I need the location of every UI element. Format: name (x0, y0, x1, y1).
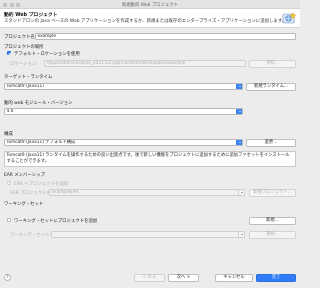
configuration-value: Tomcat9 (Java11) デフォルト構成 (6, 140, 76, 145)
module-version-label: 動的 web モジュール・バージョン (4, 101, 73, 106)
web-project-wizard-icon (282, 12, 297, 24)
working-sets-label: ワーキング・セット: (10, 233, 51, 238)
configuration-label: 構成 (4, 132, 13, 137)
add-to-working-set-checkbox[interactable] (7, 218, 12, 223)
project-name-label: プロジェクト名: (4, 35, 37, 40)
finish-button[interactable]: 完了 (256, 274, 296, 282)
chevron-down-icon (236, 84, 242, 89)
next-button[interactable]: 次へ > (168, 274, 199, 282)
chevron-down-icon (238, 190, 244, 195)
project-name-input[interactable]: example (35, 33, 296, 40)
window-title: 新規動的 Web プロジェクト (121, 3, 179, 8)
new-ear-project-button[interactable]: 新規プロジェクト... (249, 189, 296, 197)
new-runtime-button[interactable]: 新規ランタイム... (246, 83, 296, 91)
new-working-set-button[interactable]: 新規... (249, 217, 296, 225)
module-version-value: 4.0 (6, 109, 14, 114)
location-section-label: プロジェクトの場所 (4, 45, 44, 50)
ear-project-name-label: EAR プロジェクト名: (10, 191, 53, 196)
ear-project-value: exampleEAR (51, 190, 79, 195)
title-bar: 新規動的 Web プロジェクト (0, 0, 300, 9)
ear-project-select[interactable]: exampleEAR (49, 189, 245, 196)
back-button[interactable]: < 戻る (134, 274, 165, 282)
working-sets-select[interactable] (51, 231, 245, 238)
target-runtime-value: Tomcat9 (Java11) (6, 84, 44, 89)
configuration-description: Tomcat9 (Java11) ランタイムを操作するための良い出発点です。後で… (4, 151, 296, 167)
cancel-button[interactable]: キャンセル (215, 274, 253, 282)
module-version-select[interactable]: 4.0 (4, 108, 243, 115)
add-to-ear-label: EAR へプロジェクトを追加 (14, 182, 69, 187)
wizard-header: 動的 Web プロジェクト スタンドアロンの Java ベースの Web アプリ… (0, 9, 300, 28)
add-to-ear-checkbox[interactable] (7, 181, 12, 186)
chevron-down-icon (236, 140, 242, 145)
ear-membership-label: EAR メンバーシップ (4, 173, 45, 178)
configuration-select[interactable]: Tomcat9 (Java11) デフォルト構成 (4, 139, 243, 146)
use-default-location-checkbox[interactable] (7, 51, 12, 56)
wizard-description: スタンドアロンの Java ベースの Web アプリケーションを作成するか、新規… (4, 19, 287, 24)
target-runtime-label: ターゲット・ランタイム (4, 75, 53, 80)
change-configuration-button[interactable]: 変更... (246, 139, 296, 147)
chevron-down-icon (236, 109, 242, 114)
location-label: ロケーション: (10, 62, 38, 67)
help-button[interactable]: ? (4, 274, 11, 281)
location-input[interactable]: /Applications/Eclipse_2021-12.app/Conten… (44, 60, 246, 67)
use-default-location-label: デフォルト・ロケーションを使用 (14, 52, 80, 57)
wizard-footer: ? < 戻る 次へ > キャンセル 完了 (0, 270, 300, 288)
chevron-down-icon (238, 232, 244, 237)
wizard-window: 新規動的 Web プロジェクト 動的 Web プロジェクト スタンドアロンの J… (0, 0, 300, 288)
wizard-title: 動的 Web プロジェクト (4, 13, 58, 18)
target-runtime-select[interactable]: Tomcat9 (Java11) (4, 83, 243, 90)
working-set-label: ワーキング・セット (4, 202, 44, 207)
add-to-working-set-label: ワーキング・セットにプロジェクトを追加 (14, 219, 98, 224)
select-working-set-button[interactable]: 選択... (249, 231, 296, 239)
browse-location-button[interactable]: 参照... (249, 60, 296, 68)
